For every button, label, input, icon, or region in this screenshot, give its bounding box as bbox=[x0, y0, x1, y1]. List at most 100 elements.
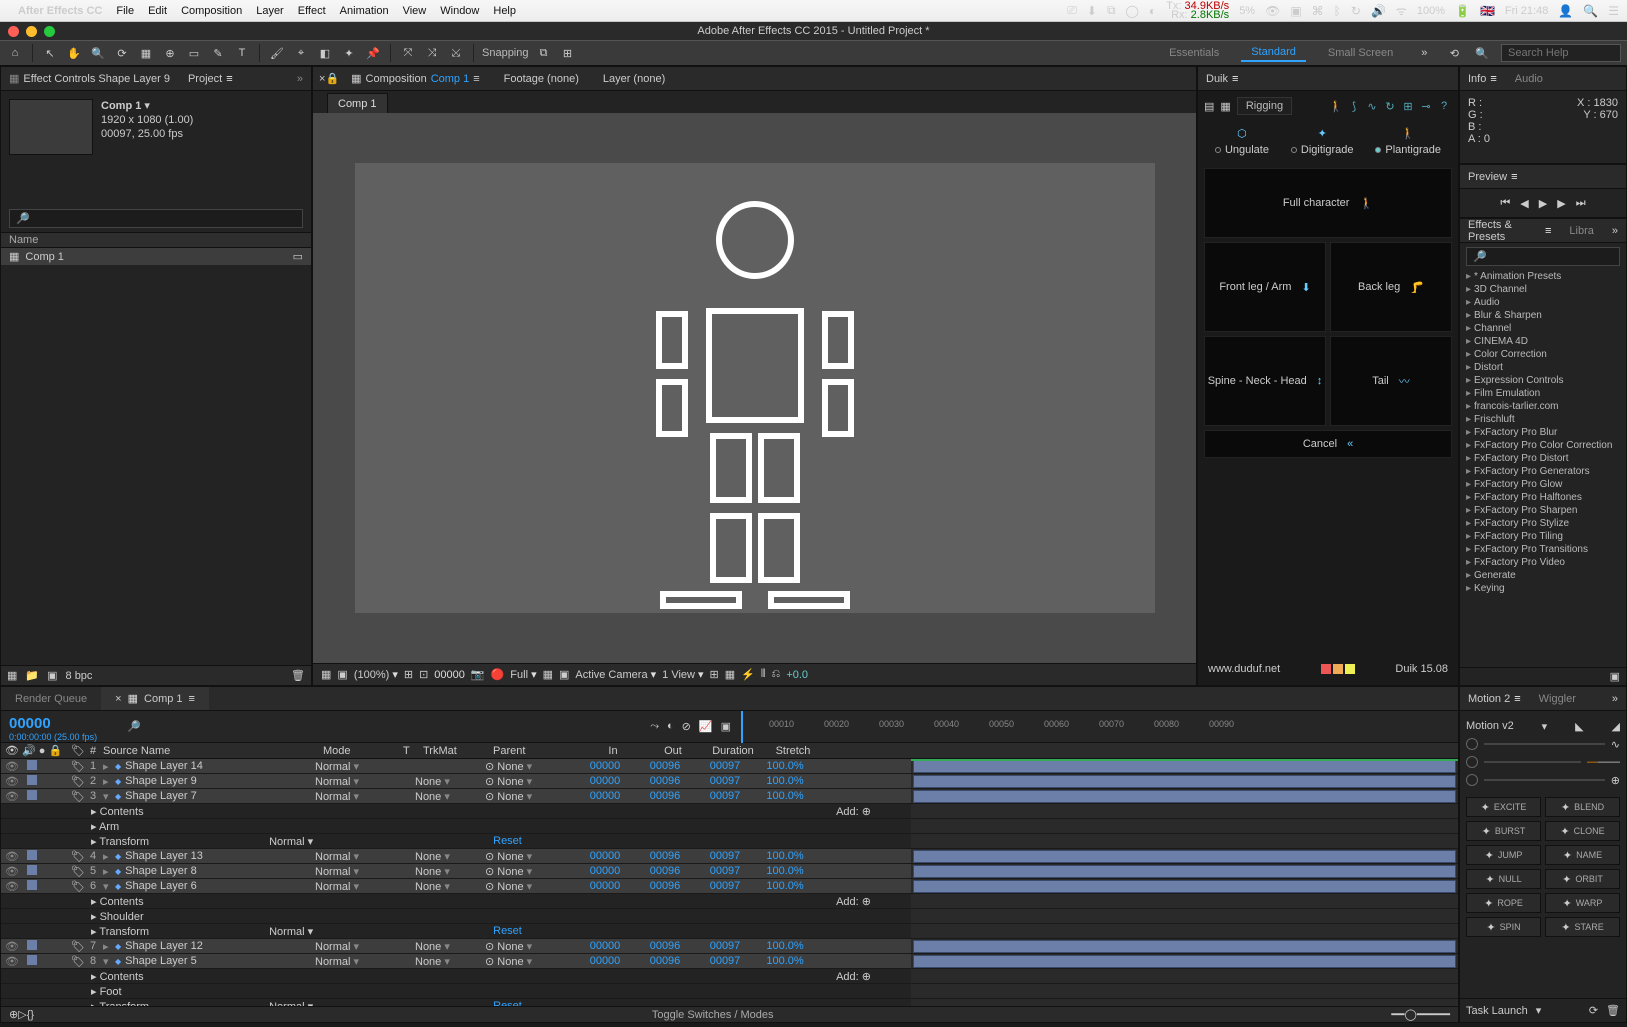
rotation-icon[interactable]: ↻ bbox=[1382, 98, 1398, 114]
motion-rope-button[interactable]: ✦ROPE bbox=[1466, 893, 1541, 913]
roi-icon[interactable]: ⊡ bbox=[419, 668, 428, 681]
current-time[interactable]: 00000 bbox=[434, 669, 465, 681]
selection-tool-icon[interactable]: ↖ bbox=[41, 44, 59, 62]
slider[interactable] bbox=[1484, 743, 1605, 745]
refresh-icon[interactable]: ⟳ bbox=[1589, 1004, 1598, 1017]
effects-list[interactable]: * Animation Presets3D ChannelAudioBlur &… bbox=[1460, 270, 1626, 667]
layer-bar[interactable] bbox=[911, 849, 1458, 864]
menubar-icon[interactable]: ⌘ bbox=[1312, 4, 1324, 18]
effect-category[interactable]: francois-tarlier.com bbox=[1464, 400, 1622, 413]
layer-bar[interactable] bbox=[911, 954, 1458, 969]
notifications-icon[interactable]: ☰ bbox=[1608, 4, 1619, 18]
type-tool-icon[interactable]: T bbox=[233, 44, 251, 62]
project-col-name[interactable]: Name bbox=[1, 232, 311, 248]
layer-bar[interactable] bbox=[911, 939, 1458, 954]
bpc-button[interactable]: 8 bpc bbox=[66, 670, 93, 682]
lock-icon[interactable]: 🔒 bbox=[325, 72, 339, 85]
snap-opt-icon[interactable]: ⊞ bbox=[559, 44, 577, 62]
property-row[interactable]: ▸ TransformNormal ▾Reset bbox=[1, 834, 911, 849]
expand-icon[interactable]: ⊕ bbox=[9, 1008, 18, 1021]
menubar-icon[interactable]: ◯ bbox=[1126, 4, 1139, 18]
flowchart-icon[interactable]: ⎌ bbox=[772, 668, 781, 681]
panel-overflow-icon[interactable]: » bbox=[297, 73, 303, 85]
view-dropdown[interactable]: 1 View ▾ bbox=[662, 668, 703, 681]
motion-name-button[interactable]: ✦NAME bbox=[1545, 845, 1620, 865]
new-folder-icon[interactable]: 📁 bbox=[25, 669, 39, 682]
motion-spin-button[interactable]: ✦SPIN bbox=[1466, 917, 1541, 937]
wifi-icon[interactable]: ᯤ bbox=[1396, 2, 1407, 19]
menu-file[interactable]: File bbox=[116, 5, 134, 17]
tab-composition[interactable]: ▦ Composition Comp 1 ≡ bbox=[339, 67, 492, 90]
pen-tool-icon[interactable]: ✎ bbox=[209, 44, 227, 62]
menubar-icon[interactable]: ◐ bbox=[1149, 4, 1156, 18]
new-comp-icon[interactable]: ▣ bbox=[47, 669, 57, 682]
property-row[interactable]: ▸ Foot bbox=[1, 984, 911, 999]
back-leg-button[interactable]: Back leg🦵 bbox=[1330, 242, 1452, 332]
motion-blend-button[interactable]: ✦BLEND bbox=[1545, 797, 1620, 817]
render-icon[interactable]: ▷ bbox=[18, 1008, 26, 1021]
overflow-icon[interactable]: » bbox=[1612, 693, 1618, 705]
dropdown-icon[interactable]: ▾ bbox=[1536, 1004, 1542, 1017]
effect-category[interactable]: Expression Controls bbox=[1464, 374, 1622, 387]
menu-animation[interactable]: Animation bbox=[340, 5, 389, 17]
exposure[interactable]: +0.0 bbox=[786, 669, 808, 681]
tab-timeline-comp[interactable]: × ▦ Comp 1 ≡ bbox=[101, 687, 209, 710]
opt-ungulate[interactable]: ⬡Ungulate bbox=[1215, 127, 1269, 156]
tab-layer[interactable]: Layer (none) bbox=[591, 67, 677, 90]
tab-project[interactable]: Project ≡ bbox=[188, 73, 233, 85]
layer-row[interactable]: 👁 🏷5▸◆Shape Layer 8Normal ▾None ▾⊙ None … bbox=[1, 864, 911, 879]
opt-plantigrade[interactable]: 🚶Plantigrade bbox=[1375, 127, 1441, 156]
zoom-slider[interactable]: ━━◯━━━━━ bbox=[1391, 1008, 1450, 1021]
effect-category[interactable]: CINEMA 4D bbox=[1464, 335, 1622, 348]
battery-icon[interactable]: 🔋 bbox=[1455, 4, 1470, 18]
motion-blur-icon[interactable]: ⊘ bbox=[682, 720, 691, 733]
property-row[interactable]: ▸ ContentsAdd: ⊕ bbox=[1, 894, 911, 909]
slider[interactable] bbox=[1484, 761, 1581, 763]
motion-jump-button[interactable]: ✦JUMP bbox=[1466, 845, 1541, 865]
orbit-tool-icon[interactable]: ⟳ bbox=[113, 44, 131, 62]
pixel-aspect-icon[interactable]: ▦ bbox=[725, 668, 735, 681]
spotlight-icon[interactable]: 🔍 bbox=[1583, 4, 1598, 18]
reset-workspace-icon[interactable]: ⟲ bbox=[1445, 44, 1463, 62]
menu-layer[interactable]: Layer bbox=[256, 5, 284, 17]
menu-composition[interactable]: Composition bbox=[181, 5, 242, 17]
duik-swatches[interactable] bbox=[1321, 664, 1355, 674]
layer-bar[interactable] bbox=[911, 774, 1458, 789]
zoom-window[interactable] bbox=[44, 26, 55, 37]
composition-viewer[interactable] bbox=[313, 113, 1196, 663]
project-search[interactable]: 🔎 bbox=[9, 209, 303, 228]
property-row[interactable]: ▸ ContentsAdd: ⊕ bbox=[1, 804, 911, 819]
segment-icon[interactable]: — bbox=[1587, 756, 1598, 768]
bluetooth-icon[interactable]: ᛒ bbox=[1334, 4, 1341, 18]
brush-tool-icon[interactable]: 🖌 bbox=[268, 44, 286, 62]
clock[interactable]: Fri 21:48 bbox=[1505, 5, 1548, 17]
bezier-icon[interactable]: ∿ bbox=[1364, 98, 1380, 114]
tab-effect-controls[interactable]: ▦ Effect Controls Shape Layer 9 bbox=[9, 72, 170, 85]
motion-null-button[interactable]: ✦NULL bbox=[1466, 869, 1541, 889]
duik-url[interactable]: www.duduf.net bbox=[1208, 663, 1280, 675]
tab-preview[interactable]: Preview ≡ bbox=[1468, 171, 1518, 183]
dropdown-icon[interactable]: ▾ bbox=[1542, 720, 1548, 733]
motion-excite-button[interactable]: ✦EXCITE bbox=[1466, 797, 1541, 817]
autorig-icon[interactable]: 🚶 bbox=[1328, 98, 1344, 114]
effect-category[interactable]: Color Correction bbox=[1464, 348, 1622, 361]
project-item[interactable]: ▦ Comp 1 ▭ bbox=[1, 248, 311, 265]
effect-category[interactable]: FxFactory Pro Blur bbox=[1464, 426, 1622, 439]
curve-icon[interactable]: ∿ bbox=[1611, 738, 1620, 751]
zoom-tool-icon[interactable]: 🔍 bbox=[89, 44, 107, 62]
minimize-window[interactable] bbox=[26, 26, 37, 37]
duik-grid-icon[interactable]: ▦ bbox=[1220, 100, 1230, 113]
effect-category[interactable]: 3D Channel bbox=[1464, 283, 1622, 296]
property-row[interactable]: ▸ TransformNormal ▾Reset bbox=[1, 924, 911, 939]
snap-icon[interactable]: ⧉ bbox=[535, 44, 553, 62]
property-row[interactable]: ▸ ContentsAdd: ⊕ bbox=[1, 969, 911, 984]
menu-window[interactable]: Window bbox=[440, 5, 479, 17]
close-window[interactable] bbox=[8, 26, 19, 37]
effect-category[interactable]: Blur & Sharpen bbox=[1464, 309, 1622, 322]
dropbox-icon[interactable]: ⧉ bbox=[1107, 3, 1116, 18]
tab-footage[interactable]: Footage (none) bbox=[492, 67, 591, 90]
effect-category[interactable]: Film Emulation bbox=[1464, 387, 1622, 400]
property-row[interactable]: ▸ TransformNormal ▾Reset bbox=[1, 999, 911, 1006]
duik-list-icon[interactable]: ▤ bbox=[1204, 100, 1214, 113]
effect-category[interactable]: FxFactory Pro Tiling bbox=[1464, 530, 1622, 543]
